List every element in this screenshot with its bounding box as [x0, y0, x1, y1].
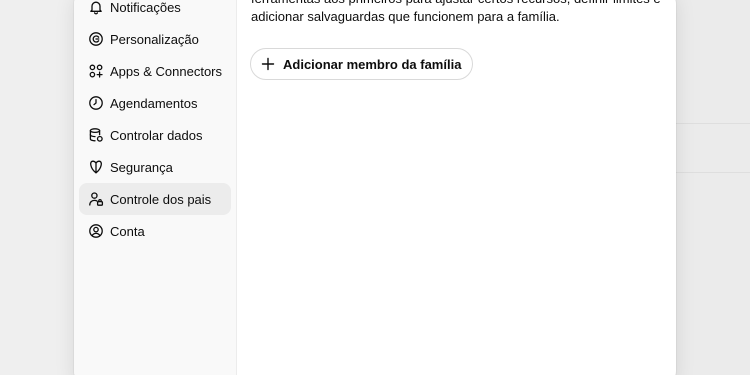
sidebar-item-label: Conta: [110, 223, 145, 239]
sidebar-item-label: Segurança: [110, 159, 173, 175]
description-line: adicionar salvaguardas que funcionem par…: [251, 9, 560, 24]
settings-dialog: Notificações Personalização Apps & Conne…: [74, 0, 676, 375]
add-family-member-button[interactable]: Adicionar membro da família: [250, 48, 474, 80]
sidebar-item-personalizacao[interactable]: Personalização: [79, 23, 231, 55]
sidebar-item-conta[interactable]: Conta: [79, 215, 231, 247]
background-divider: [676, 123, 750, 124]
settings-nav: Notificações Personalização Apps & Conne…: [79, 0, 231, 247]
sidebar-item-notificacoes[interactable]: Notificações: [79, 0, 231, 23]
background-panel: [676, 0, 750, 375]
sidebar-item-agendamentos[interactable]: Agendamentos: [79, 87, 231, 119]
sidebar-item-label: Notificações: [110, 0, 181, 15]
parent-user-icon: [88, 191, 104, 207]
shield-icon: [88, 159, 104, 175]
settings-sidebar: Notificações Personalização Apps & Conne…: [74, 0, 237, 375]
sidebar-item-label: Controle dos pais: [110, 191, 212, 207]
parental-controls-description: ferramentas aos primeiros para ajustar c…: [251, 0, 671, 26]
sidebar-item-seguranca[interactable]: Segurança: [79, 151, 231, 183]
description-line: ferramentas aos primeiros para ajustar c…: [251, 0, 671, 8]
sidebar-item-label: Controlar dados: [110, 127, 203, 143]
sidebar-item-label: Personalização: [110, 31, 199, 47]
sidebar-item-controle-dos-pais[interactable]: Controle dos pais: [79, 183, 231, 215]
apps-icon: [88, 63, 104, 79]
personalization-icon: [88, 31, 104, 47]
sidebar-item-controlar-dados[interactable]: Controlar dados: [79, 119, 231, 151]
bell-icon: [88, 0, 104, 15]
sidebar-item-apps-connectors[interactable]: Apps & Connectors: [79, 55, 231, 87]
plus-icon: [261, 57, 275, 71]
settings-content: ferramentas aos primeiros para ajustar c…: [237, 0, 676, 375]
background-divider: [676, 172, 750, 173]
database-icon: [88, 127, 104, 143]
sidebar-item-label: Agendamentos: [110, 95, 198, 111]
add-family-member-label: Adicionar membro da família: [283, 56, 462, 72]
account-circle-icon: [88, 223, 104, 239]
sidebar-item-label: Apps & Connectors: [110, 63, 223, 79]
clock-icon: [88, 95, 104, 111]
